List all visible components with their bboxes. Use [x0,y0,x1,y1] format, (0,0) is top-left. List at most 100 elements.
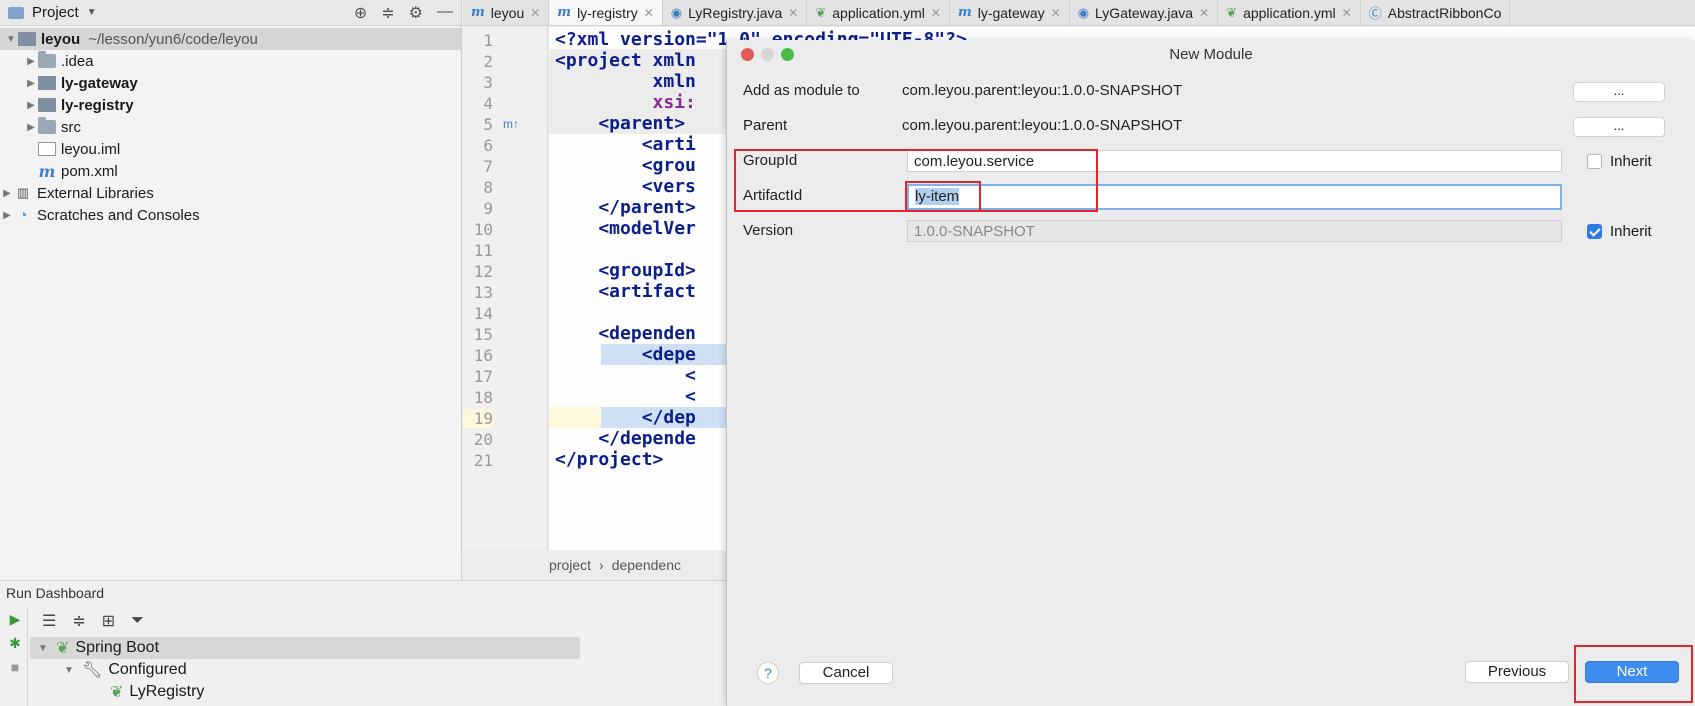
version-input[interactable]: 1.0.0-SNAPSHOT [907,220,1562,242]
tree-item-pom-xml[interactable]: m pom.xml [0,160,461,182]
chevron-right-icon[interactable]: ▶ [24,100,38,111]
code-line: <arti [555,134,696,155]
maximize-window-icon[interactable] [781,48,794,61]
chevron-down-icon[interactable]: ▼ [87,7,97,18]
code-line: <project xmln [555,50,696,71]
tab-label: ly-registry [577,4,638,21]
hide-icon[interactable]: — [437,3,453,23]
gear-icon[interactable]: ⚙ [409,3,423,23]
tab-label: LyRegistry.java [688,4,783,21]
tree-item-src[interactable]: ▶ src [0,116,461,138]
tree-item-label: Scratches and Consoles [37,206,200,224]
project-panel: Project ▼ ⊕ ≑ ⚙ — ▼ leyou ~/lesson/yun6/… [0,0,462,580]
group-icon[interactable]: ⊞ [102,611,115,631]
minimize-window-icon[interactable] [761,48,774,61]
version-inherit-checkbox[interactable]: Inherit [1587,223,1652,240]
maven-icon: m [557,5,572,20]
debug-icon[interactable]: ✱ [7,635,23,651]
parent-browse-button[interactable]: ... [1573,117,1665,137]
close-icon[interactable]: ✕ [644,6,654,20]
close-icon[interactable]: ✕ [1342,6,1352,20]
project-view-icon [8,6,24,19]
tab-application-yml-2[interactable]: ❦ application.yml ✕ [1218,0,1361,25]
close-window-icon[interactable] [741,48,754,61]
inherit-label: Inherit [1610,153,1652,170]
locate-icon[interactable]: ⊕ [354,3,367,23]
chevron-right-icon[interactable]: ▶ [24,78,38,89]
close-icon[interactable]: ✕ [1051,6,1061,20]
line-number: 17 [473,367,493,386]
tab-ly-gateway[interactable]: m ly-gateway ✕ [950,0,1070,25]
expand-all-icon[interactable]: ☰ [42,611,56,631]
chevron-down-icon[interactable]: ▼ [38,643,56,654]
groupid-inherit-checkbox[interactable]: Inherit [1587,153,1652,170]
code-line: < [555,365,696,386]
editor-gutter: 1 2 3 4 5 6 7 8 9 10 11 12 13 14 15 16 1… [463,27,548,550]
spring-config-icon: ❦ [1226,4,1238,20]
line-number: 19 [463,409,493,428]
class-icon: Ⓒ [1368,6,1382,21]
chevron-right-icon[interactable]: ▶ [24,56,38,67]
tree-item-external-libraries[interactable]: ▶ ▥ External Libraries [0,182,461,204]
tree-item-root[interactable]: ▼ leyou ~/lesson/yun6/code/leyou [0,28,461,50]
tab-ly-registry[interactable]: m ly-registry ✕ [549,0,663,25]
close-icon[interactable]: ✕ [931,6,941,20]
collapse-all-icon[interactable]: ≑ [381,3,394,23]
code-line: <grou [555,155,696,176]
line-number: 9 [483,199,493,218]
chevron-right-icon[interactable]: ▶ [0,210,14,221]
code-line: < [555,386,696,407]
code-line: <artifact [555,281,696,302]
previous-button[interactable]: Previous [1465,661,1569,683]
version-value: 1.0.0-SNAPSHOT [914,223,1035,240]
chevron-down-icon[interactable]: ▼ [4,34,18,45]
tab-abstractribbon[interactable]: Ⓒ AbstractRibbonCo [1361,0,1511,25]
close-icon[interactable]: ✕ [530,6,540,20]
tree-item-ly-registry[interactable]: ▶ ly-registry [0,94,461,116]
breadcrumb-item[interactable]: project [549,557,591,573]
add-as-module-browse-button[interactable]: ... [1573,82,1665,102]
chevron-right-icon[interactable]: ▶ [24,122,38,133]
cancel-button[interactable]: Cancel [799,662,893,684]
line-number: 3 [483,73,493,92]
run-icon[interactable]: ▶ [7,611,23,627]
add-as-module-label: Add as module to [743,82,860,99]
chevron-right-icon[interactable]: ▶ [0,188,14,199]
tree-item-scratches[interactable]: ▶ ◔ Scratches and Consoles [0,204,461,226]
tab-application-yml[interactable]: ❦ application.yml ✕ [807,0,950,25]
breadcrumb: project › dependenc [549,557,681,573]
stop-icon[interactable]: ■ [7,659,23,675]
spring-config-icon: ❦ [815,4,827,20]
line-number: 20 [473,430,493,449]
new-module-dialog: New Module Add as module to com.leyou.pa… [726,40,1695,706]
line-number: 7 [483,157,493,176]
tree-item-ly-gateway[interactable]: ▶ ly-gateway [0,72,461,94]
help-button[interactable]: ? [757,662,779,684]
collapse-all-icon[interactable]: ≑ [72,611,85,631]
checkbox-checked-icon[interactable] [1587,224,1602,239]
tab-lygateway-java[interactable]: ◉ LyGateway.java ✕ [1070,0,1219,25]
breadcrumb-item[interactable]: dependenc [612,557,681,573]
checkbox-unchecked-icon[interactable] [1587,154,1602,169]
filter-icon[interactable]: ⏷ [131,612,144,630]
override-marker-icon[interactable]: m↑ [503,117,519,131]
close-icon[interactable]: ✕ [1199,6,1209,20]
run-tree-item-configured[interactable]: ▼ 🔧︎ Configured [30,659,580,681]
highlight-box-artifactid-value [905,181,981,212]
module-folder-icon [38,76,56,90]
tab-lyregistry-java[interactable]: ◉ LyRegistry.java ✕ [663,0,808,25]
run-tree-item-spring-boot[interactable]: ▼ ❦ Spring Boot [30,637,580,659]
chevron-down-icon[interactable]: ▼ [64,665,82,676]
tree-item-leyou-iml[interactable]: leyou.iml [0,138,461,160]
run-dashboard-title: Run Dashboard [6,585,105,601]
maven-icon: m [38,161,56,181]
run-dashboard-side-toolbar: ▶ ✱ ■ [0,607,28,706]
code-line: xsi: [555,92,696,113]
tab-label: LyGateway.java [1095,4,1194,21]
project-view-selector[interactable]: Project [32,4,79,21]
line-number: 6 [483,136,493,155]
run-tree-item-lyregistry[interactable]: ❦ LyRegistry [30,681,580,703]
tab-leyou[interactable]: m leyou ✕ [463,0,550,25]
tree-item-idea[interactable]: ▶ .idea [0,50,461,72]
close-icon[interactable]: ✕ [788,6,798,20]
